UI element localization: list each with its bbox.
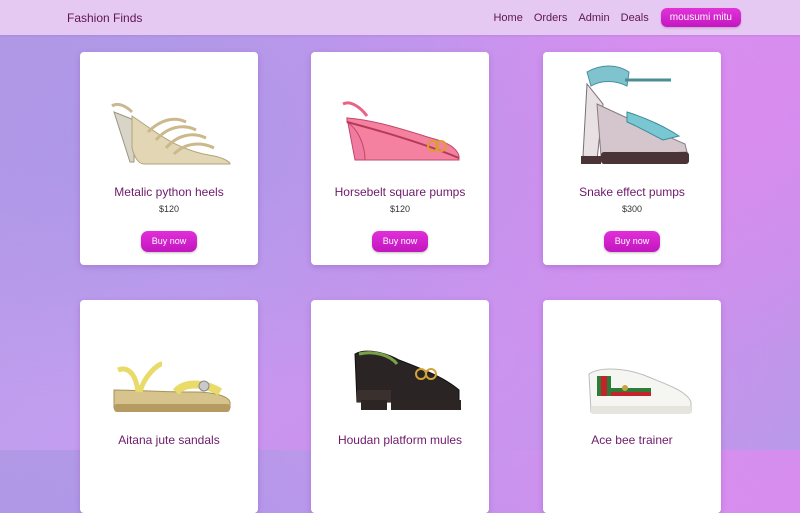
product-image[interactable] [335, 60, 465, 170]
product-name: Metalic python heels [114, 185, 224, 199]
snake-platform-pump-icon [581, 65, 689, 164]
product-name: Snake effect pumps [579, 185, 685, 199]
product-name: Horsebelt square pumps [334, 185, 466, 199]
user-button[interactable]: mousumi mitu [660, 8, 741, 27]
product-card: Aitana jute sandals [80, 300, 258, 513]
product-card: Houdan platform mules [311, 300, 489, 513]
product-card: Ace bee trainer [543, 300, 721, 513]
nav-deals-link[interactable]: Deals [621, 12, 649, 24]
product-price: $120 [158, 204, 180, 214]
product-image[interactable] [104, 330, 234, 440]
product-name: Houdan platform mules [337, 433, 463, 447]
buy-now-button[interactable]: Buy now [604, 231, 660, 252]
black-platform-mule-icon [354, 350, 461, 410]
brand-title[interactable]: Fashion Finds [67, 11, 142, 25]
product-price: $300 [621, 204, 643, 214]
nav-home-link[interactable]: Home [493, 12, 522, 24]
buy-now-button[interactable]: Buy now [141, 231, 197, 252]
product-image[interactable] [104, 60, 234, 170]
pink-slingback-pump-icon [342, 101, 460, 161]
product-price: $120 [389, 204, 411, 214]
nav-orders-link[interactable]: Orders [534, 12, 568, 24]
navbar: Fashion Finds Home Orders Admin Deals mo… [0, 0, 800, 35]
product-card: Metalic python heels $120 Buy now [80, 52, 258, 265]
product-card: Snake effect pumps $300 Buy now [543, 52, 721, 265]
buy-now-button[interactable]: Buy now [372, 231, 428, 252]
white-sneaker-icon [588, 368, 692, 414]
product-image[interactable] [567, 330, 697, 440]
nav-links: Home Orders Admin Deals mousumi mitu [482, 8, 741, 27]
product-name: Ace bee trainer [591, 433, 673, 447]
product-card: Horsebelt square pumps $120 Buy now [311, 52, 489, 265]
product-name: Aitana jute sandals [118, 433, 220, 447]
flat-jute-sandal-icon [113, 361, 231, 412]
product-image[interactable] [335, 330, 465, 440]
metallic-heel-sandal-icon [111, 102, 231, 165]
product-image[interactable] [567, 60, 697, 170]
nav-admin-link[interactable]: Admin [578, 12, 609, 24]
